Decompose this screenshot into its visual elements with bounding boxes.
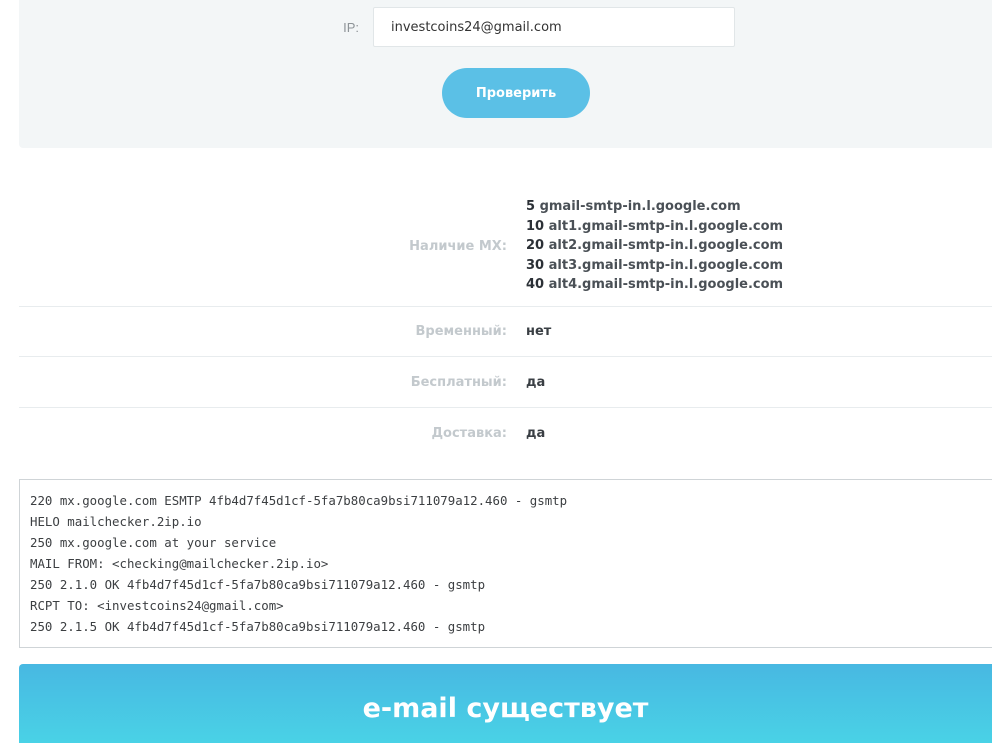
log-line: 250 2.1.5 OK 4fb4d7f45d1cf-5fa7b80ca9bsi…	[30, 619, 486, 634]
log-line: MAIL FROM: <checking@mailchecker.2ip.io>	[30, 556, 329, 571]
mx-host: alt2.gmail-smtp-in.l.google.com	[548, 238, 784, 254]
result-banner: e-mail существует	[19, 664, 992, 743]
log-line: RCPT TO: <investcoins24@gmail.com>	[30, 598, 284, 613]
mx-host: alt1.gmail-smtp-in.l.google.com	[548, 218, 784, 234]
mx-record: 10 alt1.gmail-smtp-in.l.google.com	[526, 217, 783, 237]
delivery-label: Доставка:	[431, 425, 507, 441]
free-value: да	[526, 374, 546, 390]
mx-label: Наличие MX:	[409, 238, 507, 254]
free-row: Бесплатный: да	[19, 357, 992, 408]
delivery-row: Доставка: да	[19, 408, 992, 458]
mx-priority: 10	[526, 218, 545, 234]
ip-label: IP:	[343, 20, 359, 35]
check-button[interactable]: Проверить	[442, 68, 590, 118]
mx-priority: 5	[526, 199, 536, 215]
check-form-panel: IP: Проверить	[19, 0, 992, 148]
temporary-label: Временный:	[415, 324, 507, 339]
smtp-log[interactable]: 220 mx.google.com ESMTP 4fb4d7f45d1cf-5f…	[19, 479, 992, 648]
temporary-row: Временный: нет	[19, 307, 992, 357]
mx-host: gmail-smtp-in.l.google.com	[539, 199, 741, 215]
results-table: Наличие MX: 5 gmail-smtp-in.l.google.com…	[19, 186, 992, 458]
mx-row: Наличие MX: 5 gmail-smtp-in.l.google.com…	[19, 186, 992, 307]
mx-record: 5 gmail-smtp-in.l.google.com	[526, 197, 783, 217]
mx-list: 5 gmail-smtp-in.l.google.com 10 alt1.gma…	[526, 197, 783, 295]
mx-priority: 40	[526, 277, 545, 293]
mx-record: 20 alt2.gmail-smtp-in.l.google.com	[526, 236, 783, 256]
mx-record: 40 alt4.gmail-smtp-in.l.google.com	[526, 275, 783, 295]
log-line: 250 mx.google.com at your service	[30, 535, 277, 550]
email-input[interactable]	[373, 7, 735, 47]
mx-priority: 30	[526, 257, 545, 273]
temporary-value: нет	[526, 324, 552, 339]
free-label: Бесплатный:	[410, 374, 507, 390]
mx-record: 30 alt3.gmail-smtp-in.l.google.com	[526, 256, 783, 276]
log-line: 250 2.1.0 OK 4fb4d7f45d1cf-5fa7b80ca9bsi…	[30, 577, 486, 592]
mx-value: 5 gmail-smtp-in.l.google.com 10 alt1.gma…	[507, 197, 783, 295]
delivery-value: да	[526, 425, 546, 441]
mx-priority: 20	[526, 238, 545, 254]
mx-host: alt4.gmail-smtp-in.l.google.com	[548, 277, 784, 293]
log-line: HELO mailchecker.2ip.io	[30, 514, 202, 529]
result-text: e-mail существует	[362, 693, 649, 724]
mx-host: alt3.gmail-smtp-in.l.google.com	[548, 257, 784, 273]
log-line: 220 mx.google.com ESMTP 4fb4d7f45d1cf-5f…	[30, 493, 568, 508]
